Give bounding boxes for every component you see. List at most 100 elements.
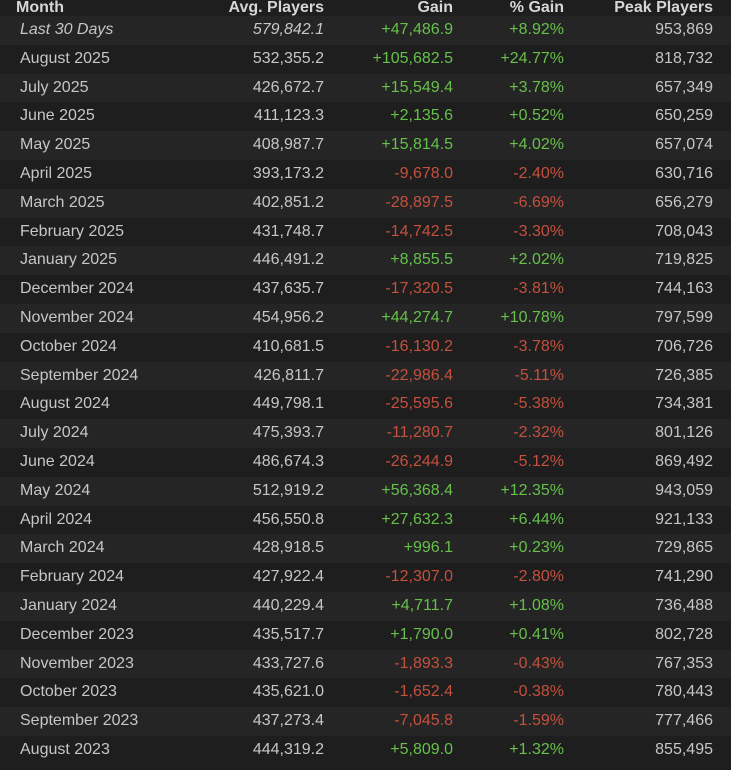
percent-gain-cell: +1.32% [509,740,564,758]
table-row: April 2025 393,173.2 -9,678.0 -2.40% 630,716 [0,159,731,189]
peak-players-cell: 855,495 [655,740,713,758]
avg-players-cell: 428,918.5 [252,539,324,557]
peak-players-cell: 797,599 [655,308,713,326]
month-cell: October 2024 [20,337,117,355]
gain-cell: -28,897.5 [385,193,453,211]
month-cell: February 2025 [20,222,125,240]
month-cell: November 2023 [20,654,134,672]
avg-players-cell: 431,748.7 [252,222,324,240]
gain-cell: -9,678.0 [394,164,453,182]
table-row: July 2024 475,393.7 -11,280.7 -2.32% 801,126 [0,419,731,448]
table-row: February 2025 431,748.7 -14,742.5 -3.30% 708… [0,217,731,247]
percent-gain-cell: -3.30% [513,222,564,240]
table-row: September 2024 426,811.7 -22,986.4 -5.11% 72… [0,361,731,391]
month-cell: December 2024 [20,280,134,298]
month-cell: March 2025 [20,193,105,211]
percent-gain-cell: +6.44% [509,510,564,528]
table-row: November 2023 433,727.6 -1,893.3 -0.43% 767,… [0,649,731,679]
peak-players-cell: 736,488 [655,596,713,614]
month-cell: July 2025 [20,78,89,96]
avg-players-cell: 426,672.7 [252,78,324,96]
avg-players-cell: 579,842.1 [252,21,324,38]
month-cell: August 2025 [20,49,110,67]
avg-players-cell: 444,319.2 [252,740,324,758]
percent-gain-cell: +0.41% [509,625,564,643]
month-cell: August 2024 [20,395,110,413]
month-cell: September 2023 [20,712,139,730]
month-cell: August 2023 [20,740,110,758]
table-row: March 2024 428,918.5 +996.1 +0.23% 729,865 [0,534,731,564]
month-cell: September 2024 [20,366,139,384]
gain-cell: +1,790.0 [390,625,453,643]
table-row: January 2025 446,491.2 +8,855.5 +2.02% 719,8… [0,246,731,276]
month-cell: January 2024 [20,596,117,614]
column-header-percent-gain[interactable]: % Gain [471,0,582,16]
peak-players-cell: 767,353 [655,654,713,672]
header-row: Month Avg. Players Gain % Gain Peak Play… [0,0,731,16]
gain-cell: -17,320.5 [385,280,453,298]
gain-cell: -11,280.7 [386,424,453,442]
percent-gain-cell: -3.78% [513,337,564,355]
percent-gain-cell: +4.02% [509,136,564,154]
percent-gain-cell: -5.11% [514,366,564,384]
gain-cell: -1,652.4 [394,683,453,701]
month-cell: July 2024 [20,424,89,442]
table-row: December 2024 437,635.7 -17,320.5 -3.81% 744… [0,275,731,304]
peak-players-cell: 943,059 [655,481,713,499]
table-row: January 2024 440,229.4 +4,711.7 +1.08% 736,4… [0,591,731,621]
month-cell: May 2024 [20,481,91,499]
month-cell: April 2025 [20,164,93,182]
avg-players-cell: 446,491.2 [252,251,324,269]
column-header-gain[interactable]: Gain [342,0,471,16]
month-cell: November 2024 [20,308,134,326]
avg-players-cell: 402,851.2 [252,193,324,211]
avg-players-cell: 454,956.2 [252,308,324,326]
table-row: February 2024 427,922.4 -12,307.0 -2.80% 741… [0,563,731,592]
peak-players-cell: 657,074 [655,136,713,154]
peak-players-cell: 744,163 [655,280,713,298]
gain-cell: -25,595.6 [385,395,453,413]
table-row: August 2023 444,319.2 +5,809.0 +1.32% 855,49… [0,735,731,765]
percent-gain-cell: +0.52% [509,107,564,125]
avg-players-cell: 486,674.3 [252,452,324,470]
avg-players-cell: 393,173.2 [252,164,324,182]
percent-gain-cell: -3.81% [513,280,564,298]
peak-players-cell: 869,492 [655,452,713,470]
table-row: March 2025 402,851.2 -28,897.5 -6.69% 656,27… [0,188,731,218]
peak-players-cell: 719,825 [655,251,713,269]
percent-gain-cell: -2.40% [513,164,564,182]
month-cell: Last 30 Days [20,21,114,38]
month-cell: March 2024 [20,539,105,557]
gain-cell: +15,814.5 [381,136,453,154]
peak-players-cell: 657,349 [655,78,713,96]
gain-cell: -26,244.9 [385,452,453,470]
peak-players-cell: 780,443 [655,683,713,701]
avg-players-cell: 437,635.7 [252,280,324,298]
gain-cell: +996.1 [403,539,453,557]
peak-players-cell: 729,865 [655,539,713,557]
gain-cell: +8,855.5 [390,251,453,269]
table-row: November 2024 454,956.2 +44,274.7 +10.78% 79… [0,303,731,333]
table-row: December 2023 435,517.7 +1,790.0 +0.41% 802,… [0,620,731,650]
gain-cell: -12,307.0 [385,568,453,586]
table-row: October 2023 435,621.0 -1,652.4 -0.38% 780,4… [0,678,731,708]
peak-players-cell: 656,279 [655,193,713,211]
avg-players-cell: 411,123.3 [254,107,324,125]
percent-gain-cell: +24.77% [500,49,564,67]
percent-gain-cell: -1.59% [513,712,564,730]
column-header-month[interactable]: Month [0,0,174,16]
column-header-avg-players[interactable]: Avg. Players [174,0,342,16]
avg-players-cell: 440,229.4 [252,596,324,614]
gain-cell: +105,682.5 [372,49,453,67]
table-row-last-30-days: Last 30 Days 579,842.1 +47,486.9 +8.92% 953,… [0,16,731,45]
peak-players-cell: 801,126 [655,424,713,442]
month-cell: December 2023 [20,625,134,643]
peak-players-cell: 921,133 [655,510,713,528]
table-row: June 2024 486,674.3 -26,244.9 -5.12% 869,492 [0,447,731,477]
peak-players-cell: 650,259 [655,107,713,125]
column-header-peak-players[interactable]: Peak Players [582,0,731,16]
avg-players-cell: 512,919.2 [252,481,324,499]
gain-cell: +2,135.6 [390,107,453,125]
percent-gain-cell: +2.02% [509,251,564,269]
peak-players-cell: 777,466 [655,712,713,730]
